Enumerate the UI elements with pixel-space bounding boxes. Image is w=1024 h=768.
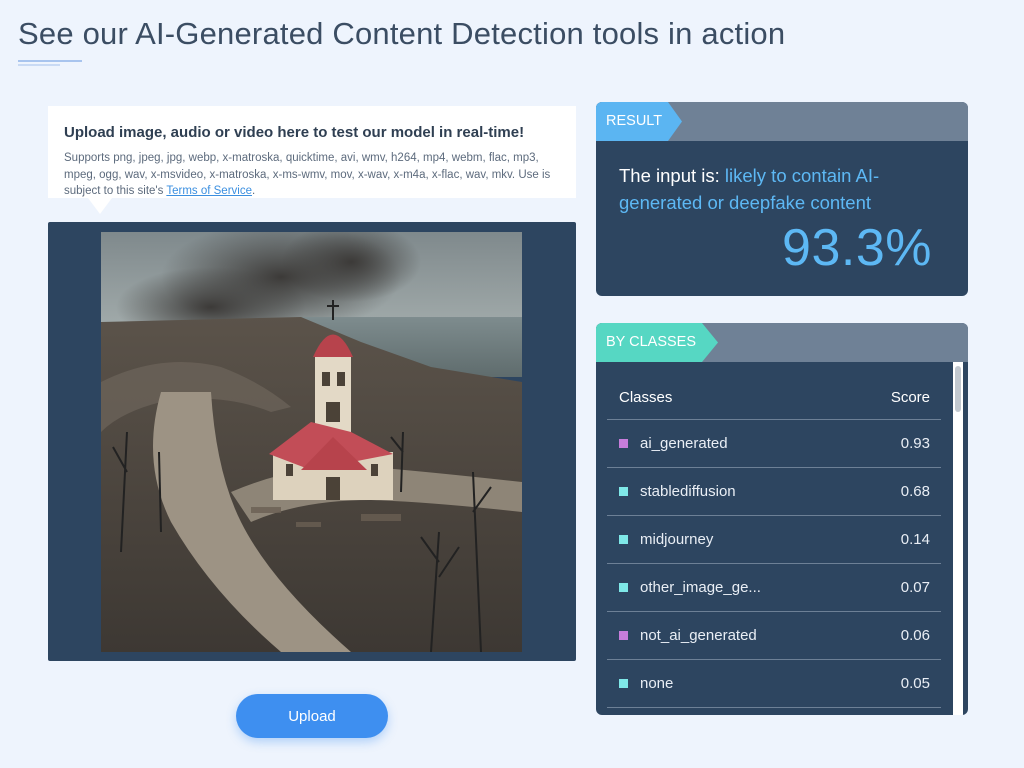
result-ribbon: RESULT: [596, 102, 682, 141]
class-name: not_ai_generated: [640, 627, 757, 644]
class-swatch-icon: [619, 487, 628, 496]
class-row: none 0.05: [607, 660, 941, 708]
class-swatch-icon: [619, 535, 628, 544]
class-row: midjourney 0.14: [607, 516, 941, 564]
class-score: 0.06: [900, 627, 930, 644]
class-row: ai_generated 0.93: [607, 420, 941, 468]
upload-info-text: Supports png, jpeg, jpg, webp, x-matrosk…: [64, 152, 551, 197]
page-title: See our AI-Generated Content Detection t…: [18, 16, 786, 51]
class-row: stablediffusion 0.68: [607, 468, 941, 516]
supported-formats-text: Supports png, jpeg, jpg, webp, x-matrosk…: [64, 152, 551, 197]
classes-scrollbar[interactable]: [953, 362, 963, 715]
class-name: stablediffusion: [640, 483, 736, 500]
upload-info-title: Upload image, audio or video here to tes…: [64, 124, 525, 141]
column-header-score: Score: [890, 388, 930, 406]
upload-button[interactable]: Upload: [236, 694, 388, 738]
result-prefix: The input is:: [619, 165, 725, 186]
class-swatch-icon: [619, 631, 628, 640]
classes-ribbon: BY CLASSES: [596, 323, 718, 362]
terms-of-service-link[interactable]: Terms of Service: [166, 185, 252, 197]
result-card: RESULT The input is: likely to contain A…: [596, 102, 968, 296]
class-name: other_image_ge...: [640, 579, 761, 596]
result-percentage: 93.3%: [782, 219, 932, 277]
class-name: ai_generated: [640, 435, 728, 452]
church-wildfire-photo-icon: [101, 232, 522, 652]
info-box-pointer: [88, 198, 112, 214]
class-row: other_image_ge... 0.07: [607, 564, 941, 612]
upload-info-box: Upload image, audio or video here to tes…: [48, 106, 576, 198]
preview-image: [101, 232, 522, 652]
class-name: midjourney: [640, 531, 714, 548]
class-score: 0.93: [900, 435, 930, 452]
class-name: none: [640, 675, 674, 692]
class-swatch-icon: [619, 583, 628, 592]
class-score: 0.68: [900, 483, 930, 500]
class-score: 0.05: [900, 675, 930, 692]
class-swatch-icon: [619, 439, 628, 448]
class-row: not_ai_generated 0.06: [607, 612, 941, 660]
classes-table-header: Classes Score: [607, 375, 941, 420]
column-header-classes: Classes: [619, 388, 673, 406]
result-text: The input is: likely to contain AI-gener…: [619, 162, 939, 216]
title-underline: [18, 60, 82, 66]
image-drop-zone[interactable]: [48, 222, 576, 661]
class-swatch-icon: [619, 679, 628, 688]
classes-table: Classes Score ai_generated 0.93 stabledi…: [607, 375, 941, 708]
class-score: 0.14: [900, 531, 930, 548]
class-score: 0.07: [900, 579, 930, 596]
classes-card: BY CLASSES Classes Score ai_generated 0.…: [596, 323, 968, 715]
scrollbar-thumb[interactable]: [955, 366, 961, 412]
